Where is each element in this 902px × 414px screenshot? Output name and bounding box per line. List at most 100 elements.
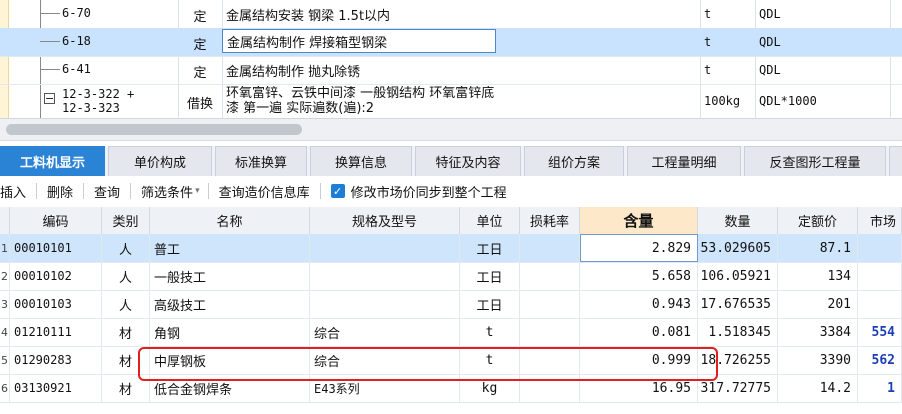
scrollbar-thumb[interactable] (6, 124, 302, 135)
subitem-name[interactable]: 金属结构制作 抛丸除锈 (222, 61, 360, 80)
cell-name[interactable]: 高级技工 (150, 290, 310, 318)
sync-market-price-checkbox[interactable]: ✓ 修改市场价同步到整个工程 (330, 182, 507, 201)
cell-category[interactable]: 人 (102, 262, 150, 290)
cell-content[interactable]: 0.943 (580, 290, 698, 318)
cell-content[interactable]: 5.658 (580, 262, 698, 290)
cell-category[interactable]: 人 (102, 234, 150, 262)
cell-spec[interactable] (310, 262, 460, 290)
query-price-library-button[interactable]: 查询造价信息库 (219, 182, 310, 201)
cell-category[interactable]: 人 (102, 290, 150, 318)
header-unit[interactable]: 单位 (460, 207, 520, 234)
subitem-code: 6-70 (62, 6, 91, 20)
cell-spec[interactable] (310, 234, 460, 262)
cell-quota-price: 201 (778, 290, 858, 318)
cell-name[interactable]: 普工 (150, 234, 310, 262)
subitem-type: 定 (193, 38, 207, 53)
cell-code[interactable]: 01210111 (10, 318, 102, 346)
cell-loss-rate[interactable] (520, 262, 580, 290)
header-name[interactable]: 名称 (150, 207, 310, 234)
subitem-row-selected[interactable]: 6-18 定 金属结构制作 焊接箱型钢梁 t QDL (0, 28, 902, 57)
cell-market-price[interactable]: 1 (858, 374, 902, 402)
upper-item-grid: 6-70 定 金属结构安装 钢梁 1.5t以内 t QDL 6-18 定 金属结… (0, 0, 902, 119)
subitem-unit: t (704, 7, 712, 21)
header-category[interactable]: 类别 (102, 207, 150, 234)
cell-spec[interactable]: 综合 (310, 318, 460, 346)
cell-market-price[interactable]: 562 (858, 346, 902, 374)
row-number: 3 (0, 290, 10, 318)
subitem-qty-expr: QDL (759, 7, 781, 21)
cell-unit[interactable]: 工日 (460, 262, 520, 290)
cell-market-price[interactable] (858, 234, 902, 262)
header-quota-price[interactable]: 定额价 (778, 207, 858, 234)
cell-code[interactable]: 00010102 (10, 262, 102, 290)
cell-unit[interactable]: 工日 (460, 290, 520, 318)
cell-content[interactable]: 0.081 (580, 318, 698, 346)
cell-code[interactable]: 01290283 (10, 346, 102, 374)
annotation-highlight-box (138, 347, 718, 381)
tab-reverse-lookup-quantity[interactable]: 反查图形工程量 (744, 146, 886, 176)
subitem-name-edit-field[interactable]: 金属结构制作 焊接箱型钢梁 (222, 29, 496, 53)
cell-code[interactable]: 03130921 (10, 374, 102, 402)
tab-conversion-info[interactable]: 换算信息 (310, 146, 412, 176)
cell-unit[interactable]: 工日 (460, 234, 520, 262)
delete-button[interactable]: 删除 (47, 182, 73, 201)
cell-quota-price: 14.2 (778, 374, 858, 402)
grid-toolbar: 插入 删除 查询 筛选条件 ▾ 查询造价信息库 ✓ 修改市场价同步到整个工程 (0, 177, 902, 205)
cell-market-price[interactable] (858, 262, 902, 290)
horizontal-scrollbar[interactable] (0, 119, 902, 141)
cell-code[interactable]: 00010103 (10, 290, 102, 318)
cell-code[interactable]: 00010101 (10, 234, 102, 262)
toolbar-separator (83, 183, 85, 199)
query-button[interactable]: 查询 (94, 182, 120, 201)
cell-spec[interactable] (310, 290, 460, 318)
tree-branch (40, 13, 60, 14)
table-row-selected[interactable]: 1 00010101 人 普工 工日 2.829 53.029605 87.1 (0, 234, 902, 263)
cell-market-price[interactable] (858, 290, 902, 318)
toolbar-separator (36, 183, 38, 199)
cell-loss-rate[interactable] (520, 318, 580, 346)
subitem-code: 12-3-322 + 12-3-323 (62, 87, 135, 115)
tab-labor-material-machine[interactable]: 工料机显示 (0, 146, 105, 176)
tab-pricing-plan[interactable]: 组价方案 (524, 146, 624, 176)
tab-standard-conversion[interactable]: 标准换算 (215, 146, 307, 176)
table-row-partial (0, 402, 902, 414)
subitem-row[interactable]: 6-70 定 金属结构安装 钢梁 1.5t以内 t QDL (0, 0, 902, 29)
tab-quantity-detail[interactable]: 工程量明细 (627, 146, 741, 176)
insert-button[interactable]: 插入 (0, 182, 26, 201)
cell-market-price[interactable]: 554 (858, 318, 902, 346)
tab-unit-price-composition[interactable]: 单价构成 (108, 146, 212, 176)
table-header: 编码 类别 名称 规格及型号 单位 损耗率 含量 数量 定额价 市场 (0, 207, 902, 235)
chevron-down-icon[interactable]: ▾ (195, 186, 200, 196)
collapse-toggle-icon[interactable]: − (44, 93, 55, 104)
subitem-name[interactable]: 环氧富锌、云铁中间漆 一般钢结构 环氧富锌底漆 第一遍 实际遍数(遍):2 (222, 86, 502, 116)
resource-table: 编码 类别 名称 规格及型号 单位 损耗率 含量 数量 定额价 市场 1 000… (0, 207, 902, 414)
header-loss-rate[interactable]: 损耗率 (520, 207, 580, 234)
header-spec[interactable]: 规格及型号 (310, 207, 460, 234)
subitem-row[interactable]: − 12-3-322 + 12-3-323 借换 环氧富锌、云铁中间漆 一般钢结… (0, 84, 902, 118)
header-content[interactable]: 含量 (580, 207, 698, 234)
table-row[interactable]: 4 01210111 材 角钢 综合 t 0.081 1.518345 3384… (0, 318, 902, 347)
cell-category[interactable]: 材 (102, 318, 150, 346)
subitem-unit: t (704, 63, 712, 77)
subitem-code: 6-41 (62, 62, 91, 76)
cell-loss-rate[interactable] (520, 234, 580, 262)
cell-unit[interactable]: t (460, 318, 520, 346)
header-quantity[interactable]: 数量 (698, 207, 778, 234)
cell-loss-rate[interactable] (520, 290, 580, 318)
table-row[interactable]: 3 00010103 人 高级技工 工日 0.943 17.676535 201 (0, 290, 902, 319)
header-market-price[interactable]: 市场 (858, 207, 902, 234)
cell-name[interactable]: 角钢 (150, 318, 310, 346)
cell-content-editing[interactable]: 2.829 (580, 234, 698, 262)
filter-dropdown[interactable]: 筛选条件 (141, 182, 193, 201)
subitem-name[interactable]: 金属结构安装 钢梁 1.5t以内 (222, 5, 390, 24)
cell-name[interactable]: 一般技工 (150, 262, 310, 290)
toolbar-separator (130, 183, 132, 199)
row-number: 1 (0, 234, 10, 262)
tab-overflow[interactable] (889, 146, 902, 176)
subitem-type: 定 (193, 66, 207, 81)
table-row[interactable]: 2 00010102 人 一般技工 工日 5.658 106.05921 134 (0, 262, 902, 291)
subitem-row[interactable]: 6-41 定 金属结构制作 抛丸除锈 t QDL (0, 56, 902, 85)
row-number: 2 (0, 262, 10, 290)
tab-features-content[interactable]: 特征及内容 (415, 146, 521, 176)
header-code[interactable]: 编码 (10, 207, 102, 234)
